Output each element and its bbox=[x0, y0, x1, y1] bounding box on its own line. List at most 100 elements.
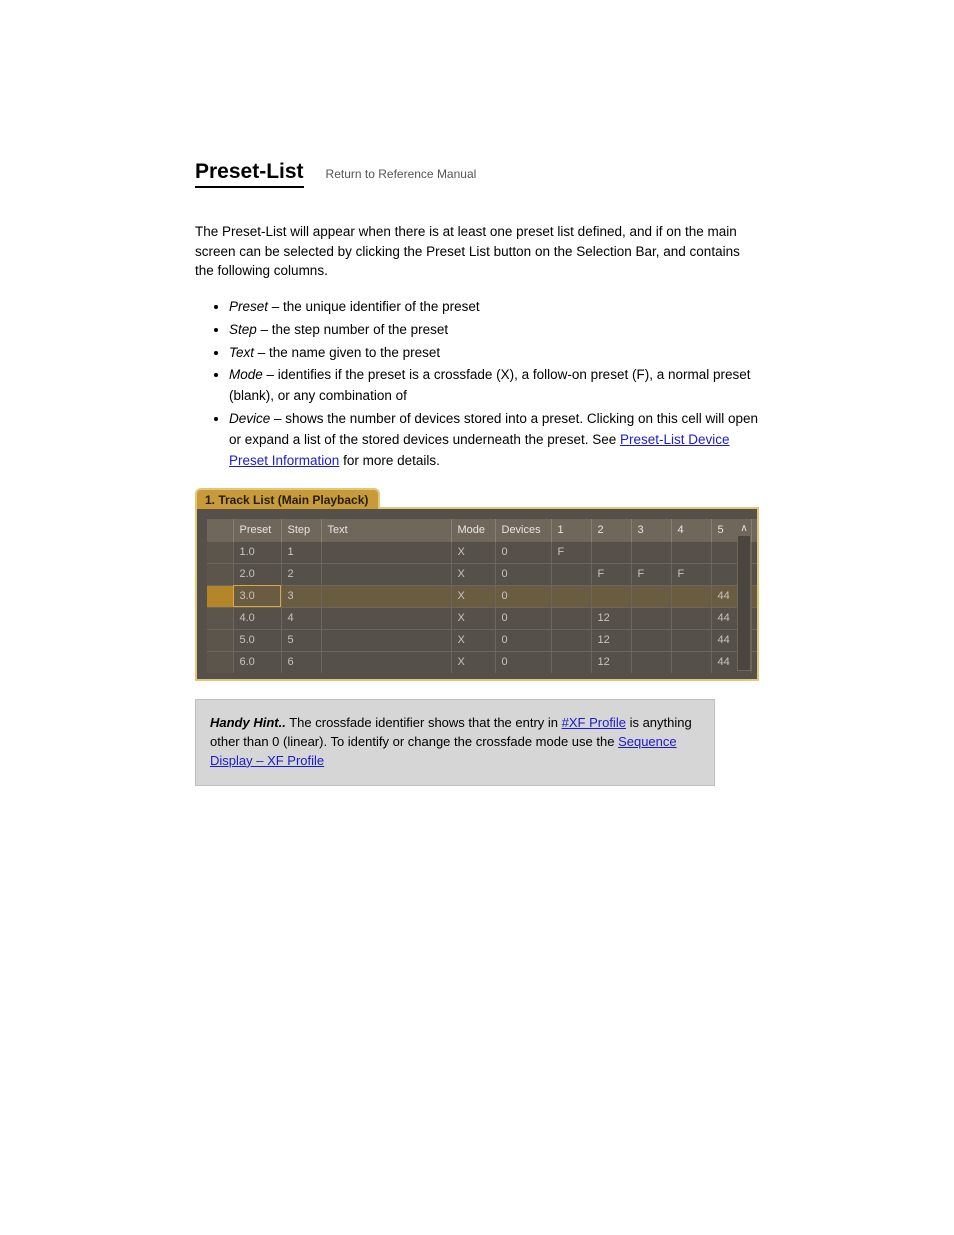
cell-c4[interactable] bbox=[671, 541, 711, 563]
col-preset-header[interactable]: Preset bbox=[233, 519, 281, 541]
bullet-preset: Preset – the unique identifier of the pr… bbox=[229, 297, 759, 318]
cell-c3[interactable]: F bbox=[631, 563, 671, 585]
cell-preset[interactable]: 5.0 bbox=[233, 629, 281, 651]
cell-text[interactable] bbox=[321, 585, 451, 607]
bullet-device: Device – shows the number of devices sto… bbox=[229, 409, 759, 472]
cell-mode[interactable]: X bbox=[451, 585, 495, 607]
row-handle[interactable] bbox=[207, 563, 233, 585]
cell-step[interactable]: 4 bbox=[281, 607, 321, 629]
xf-profile-link[interactable]: #XF Profile bbox=[562, 715, 626, 730]
cell-preset[interactable]: 6.0 bbox=[233, 651, 281, 673]
col-4-header[interactable]: 4 bbox=[671, 519, 711, 541]
table-row[interactable]: 1.01 X0F bbox=[207, 541, 759, 563]
cell-c6[interactable] bbox=[751, 563, 759, 585]
col-text-header[interactable]: Text bbox=[321, 519, 451, 541]
cell-c4[interactable] bbox=[671, 607, 711, 629]
cell-c6[interactable] bbox=[751, 541, 759, 563]
cell-devices[interactable]: 0 bbox=[495, 607, 551, 629]
cell-c1[interactable] bbox=[551, 585, 591, 607]
cell-mode[interactable]: X bbox=[451, 607, 495, 629]
cell-preset[interactable]: 2.0 bbox=[233, 563, 281, 585]
cell-step[interactable]: 5 bbox=[281, 629, 321, 651]
cell-devices[interactable]: 0 bbox=[495, 629, 551, 651]
cell-c1[interactable]: F bbox=[551, 541, 591, 563]
cell-c2[interactable] bbox=[591, 541, 631, 563]
cell-step[interactable]: 6 bbox=[281, 651, 321, 673]
row-handle[interactable] bbox=[207, 585, 233, 607]
table-row[interactable]: 2.02X0FFF bbox=[207, 563, 759, 585]
bullet-text: Text – the name given to the preset bbox=[229, 343, 759, 364]
cell-c2[interactable]: 12 bbox=[591, 607, 631, 629]
cell-c1[interactable] bbox=[551, 607, 591, 629]
cell-mode[interactable]: X bbox=[451, 563, 495, 585]
hint-box: Handy Hint.. The crossfade identifier sh… bbox=[195, 699, 715, 786]
col-mode-header[interactable]: Mode bbox=[451, 519, 495, 541]
cell-step[interactable]: 3 bbox=[281, 585, 321, 607]
page-title: Preset-List bbox=[195, 160, 304, 188]
table-row[interactable]: 3.03X044 bbox=[207, 585, 759, 607]
cell-preset[interactable]: 3.0 bbox=[233, 585, 281, 607]
cell-c4[interactable] bbox=[671, 651, 711, 673]
hint-lead: Handy Hint.. bbox=[210, 715, 286, 730]
cell-c2[interactable]: F bbox=[591, 563, 631, 585]
cell-c6[interactable] bbox=[751, 607, 759, 629]
cell-devices[interactable]: 0 bbox=[495, 563, 551, 585]
col-devices-header[interactable]: Devices bbox=[495, 519, 551, 541]
table-row[interactable]: 6.06X01244 bbox=[207, 651, 759, 673]
row-handle[interactable] bbox=[207, 629, 233, 651]
cell-c6[interactable] bbox=[751, 651, 759, 673]
hint-body-1: The crossfade identifier shows that the … bbox=[286, 715, 562, 730]
cell-preset[interactable]: 4.0 bbox=[233, 607, 281, 629]
cell-step[interactable]: 2 bbox=[281, 563, 321, 585]
cell-c3[interactable] bbox=[631, 651, 671, 673]
cell-c4[interactable]: F bbox=[671, 563, 711, 585]
table-row[interactable]: 4.04X01244 bbox=[207, 607, 759, 629]
col-step-header[interactable]: Step bbox=[281, 519, 321, 541]
cell-c6[interactable] bbox=[751, 629, 759, 651]
scrollbar[interactable]: ∧ bbox=[737, 521, 751, 671]
cell-c1[interactable] bbox=[551, 563, 591, 585]
track-list-panel: 1. Track List (Main Playback) Preset Ste… bbox=[195, 486, 759, 681]
table-header-row: Preset Step Text Mode Devices 1 2 3 4 5 bbox=[207, 519, 759, 541]
cell-devices[interactable]: 0 bbox=[495, 541, 551, 563]
cell-mode[interactable]: X bbox=[451, 629, 495, 651]
cell-devices[interactable]: 0 bbox=[495, 651, 551, 673]
cell-c2[interactable]: 12 bbox=[591, 651, 631, 673]
table-row[interactable]: 5.05X01244 bbox=[207, 629, 759, 651]
cell-text[interactable] bbox=[321, 541, 451, 563]
bullet-step: Step – the step number of the preset bbox=[229, 320, 759, 341]
cell-c4[interactable] bbox=[671, 585, 711, 607]
cell-c1[interactable] bbox=[551, 651, 591, 673]
intro-text: The Preset-List will appear when there i… bbox=[195, 222, 759, 281]
bullet-mode: Mode – identifies if the preset is a cro… bbox=[229, 365, 759, 407]
cell-text[interactable] bbox=[321, 563, 451, 585]
cell-step[interactable]: 1 bbox=[281, 541, 321, 563]
cell-c3[interactable] bbox=[631, 585, 671, 607]
cell-text[interactable] bbox=[321, 607, 451, 629]
col-1-header[interactable]: 1 bbox=[551, 519, 591, 541]
cell-devices[interactable]: 0 bbox=[495, 585, 551, 607]
cell-c1[interactable] bbox=[551, 629, 591, 651]
cell-c3[interactable] bbox=[631, 541, 671, 563]
cell-c2[interactable]: 12 bbox=[591, 629, 631, 651]
row-handle[interactable] bbox=[207, 651, 233, 673]
return-link[interactable]: Return to Reference Manual bbox=[326, 167, 477, 181]
cell-c2[interactable] bbox=[591, 585, 631, 607]
cell-c6[interactable] bbox=[751, 585, 759, 607]
cell-c4[interactable] bbox=[671, 629, 711, 651]
cell-preset[interactable]: 1.0 bbox=[233, 541, 281, 563]
track-list-tab[interactable]: 1. Track List (Main Playback) bbox=[195, 488, 380, 509]
col-2-header[interactable]: 2 bbox=[591, 519, 631, 541]
cell-text[interactable] bbox=[321, 629, 451, 651]
row-handle[interactable] bbox=[207, 541, 233, 563]
col-6-header[interactable] bbox=[751, 519, 759, 541]
cell-text[interactable] bbox=[321, 651, 451, 673]
cell-c3[interactable] bbox=[631, 607, 671, 629]
cell-mode[interactable]: X bbox=[451, 541, 495, 563]
cell-c3[interactable] bbox=[631, 629, 671, 651]
column-bullets: Preset – the unique identifier of the pr… bbox=[229, 297, 759, 472]
scroll-up-icon[interactable]: ∧ bbox=[738, 522, 750, 536]
row-handle[interactable] bbox=[207, 607, 233, 629]
cell-mode[interactable]: X bbox=[451, 651, 495, 673]
col-3-header[interactable]: 3 bbox=[631, 519, 671, 541]
